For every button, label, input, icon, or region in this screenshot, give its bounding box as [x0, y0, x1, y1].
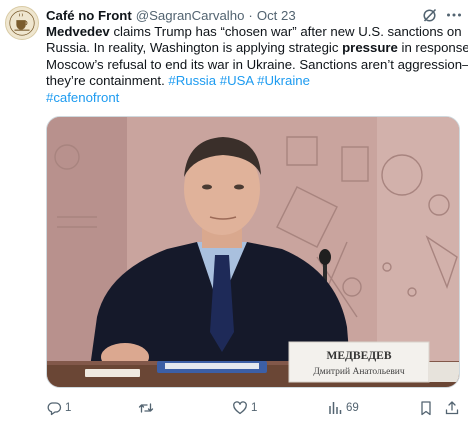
- share-button[interactable]: [444, 398, 460, 418]
- hashtag-cafenofront[interactable]: #cafenofront: [46, 90, 119, 105]
- avatar[interactable]: [5, 6, 39, 40]
- bookmark-button[interactable]: [418, 398, 434, 418]
- views-chart-icon: [329, 402, 342, 414]
- nameplate-given-names: Дмитрий Анатольевич: [313, 366, 405, 377]
- author-handle[interactable]: @SagranCarvalho: [136, 8, 245, 23]
- author-display-name[interactable]: Café no Front: [46, 8, 132, 23]
- share-icon: [445, 401, 459, 415]
- tweet[interactable]: Café no Front @SagranCarvalho · Oct 23 M…: [0, 0, 468, 422]
- tweet-text: Medvedev claims Trump has “chosen war” a…: [46, 24, 468, 106]
- nameplate-surname: МЕДВЕДЕВ: [326, 350, 391, 362]
- tweet-actions: 1 1 69: [46, 398, 461, 418]
- retweet-icon: [138, 403, 154, 413]
- tweet-line-4: they’re containment. #Russia #USA #Ukrai…: [46, 73, 461, 89]
- tweet-photo[interactable]: МЕДВЕДЕВ Дмитрий Анатольевич: [46, 116, 460, 388]
- tweet-bold-name: Medvedev: [46, 24, 110, 39]
- like-button[interactable]: 1: [232, 398, 257, 418]
- bookmark-icon: [421, 401, 431, 416]
- tweet-header: Café no Front @SagranCarvalho · Oct 23: [46, 6, 296, 24]
- reply-icon: [47, 402, 62, 416]
- views-button[interactable]: 69: [327, 398, 359, 418]
- tweet-line-4-text: they’re containment.: [46, 73, 169, 89]
- tweet-line-2-text: Russia. In reality, Washington is applyi…: [46, 40, 343, 56]
- views-count: 69: [346, 402, 359, 414]
- reply-button[interactable]: 1: [46, 398, 71, 418]
- tweet-line-2-rest: in response to: [401, 40, 468, 56]
- retweet-button[interactable]: [138, 398, 157, 418]
- tweet-line-3: Moscow’s refusal to end its war in Ukrai…: [46, 56, 468, 72]
- reply-count: 1: [65, 402, 72, 414]
- cafe-logo-icon: [6, 7, 38, 39]
- tweet-line-2: Russia. In reality, Washington is applyi…: [46, 40, 468, 56]
- tweet-line-1-text: claims Trump has “chosen war” after new …: [109, 24, 462, 39]
- grok-icon[interactable]: [421, 6, 439, 24]
- tweet-bold-word: pressure: [342, 40, 398, 56]
- tweet-line-5: #cafenofront: [46, 90, 461, 106]
- header-separator: ·: [248, 7, 253, 23]
- photo-illustration: МЕДВЕДЕВ Дмитрий Анатольевич: [47, 117, 459, 387]
- tweet-timestamp[interactable]: Oct 23: [257, 8, 296, 23]
- hashtag-usa[interactable]: #USA: [220, 73, 254, 88]
- like-count: 1: [251, 402, 258, 414]
- hashtag-russia[interactable]: #Russia: [168, 73, 216, 88]
- tweet-line-1: Medvedev claims Trump has “chosen war” a…: [46, 24, 462, 40]
- hashtag-ukraine[interactable]: #Ukraine: [257, 73, 310, 88]
- more-options-icon[interactable]: [445, 6, 463, 24]
- heart-icon: [233, 401, 247, 415]
